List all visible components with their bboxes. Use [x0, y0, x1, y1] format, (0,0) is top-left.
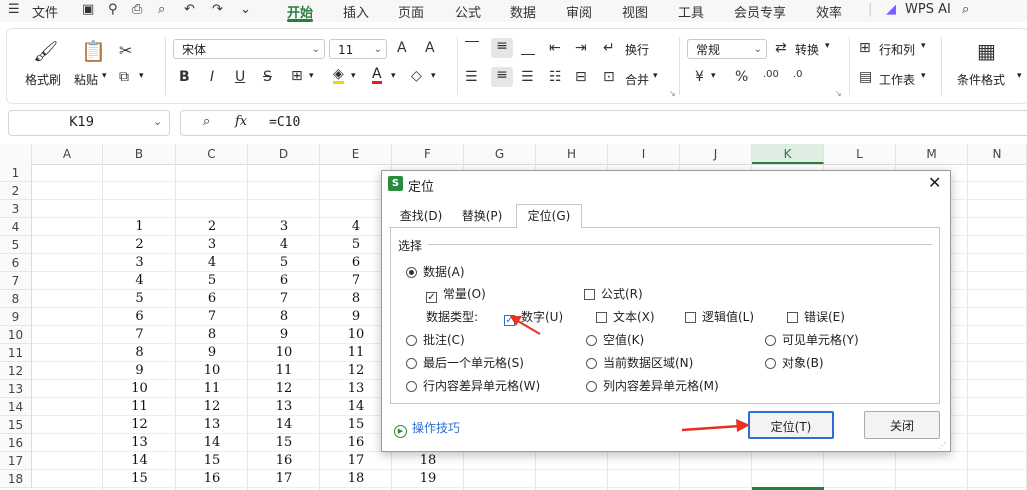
annotation-arrowhead-ok [736, 419, 750, 432]
annotation-arrow-number [515, 319, 541, 335]
annotation-arrowhead-number [510, 316, 522, 326]
annotation-layer [510, 316, 750, 432]
annotation-arrow-ok [681, 424, 741, 432]
